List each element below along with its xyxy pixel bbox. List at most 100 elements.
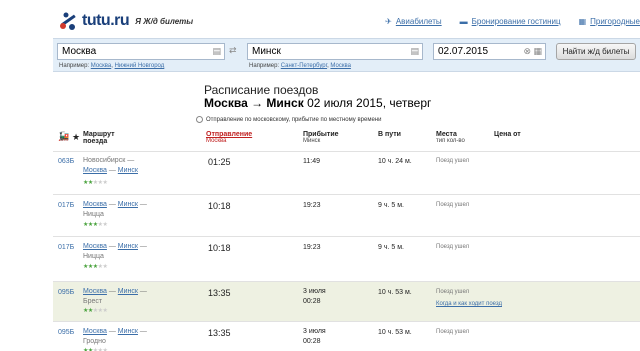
date-value: 02.07.2015 (438, 46, 489, 57)
train-type-icon[interactable]: 🚂 (58, 131, 69, 142)
train-number[interactable]: 063Б (58, 158, 74, 165)
train-logo-icon (60, 12, 76, 30)
arrival-time: 19:23 (303, 244, 321, 251)
to-field[interactable]: Минск ▤ (247, 43, 423, 60)
star-icon[interactable]: ★ (72, 132, 80, 143)
rating-stars: ★★★★★ (83, 308, 108, 314)
logo-text: tutu.ru (82, 12, 130, 29)
seats-status: Поезд ушел (436, 289, 470, 295)
train-route: Москва — Минск — Гродно (83, 328, 147, 345)
station-link[interactable]: Минск (118, 167, 138, 174)
station-link[interactable]: Москва (83, 288, 107, 295)
table-row[interactable]: 095Б Москва — Минск — Брест ★★★★★ 13:35 … (53, 281, 640, 321)
calendar-icon[interactable]: ⊗ (523, 46, 531, 57)
col-route[interactable]: Маршрут поезда (83, 131, 115, 145)
nav-item-avia[interactable]: ✈ Авиабилеты (385, 17, 442, 26)
search-bar: Москва ▤ ⇄ Минск ▤ 02.07.2015 ⊗ ▦ Найти … (53, 38, 640, 72)
train-number[interactable]: 017Б (58, 202, 74, 209)
nav-label[interactable]: Пригородные (590, 17, 640, 26)
train-number[interactable]: 095Б (58, 329, 74, 336)
seats-status: Поезд ушел (436, 244, 470, 250)
train-route: Москва — Минск — Ницца (83, 243, 147, 260)
station-link[interactable]: Минск (118, 201, 138, 208)
swap-icon[interactable]: ⇄ (229, 45, 237, 56)
from-value: Москва (62, 46, 97, 57)
duration: 9 ч. 5 м. (378, 202, 404, 209)
train-number[interactable]: 095Б (58, 289, 74, 296)
departure-time: 10:18 (208, 243, 231, 253)
seats-status: Поезд ушел (436, 202, 470, 208)
table-row[interactable]: 017Б Москва — Минск — Ницца ★★★★★ 10:18 … (53, 236, 640, 281)
rating-stars: ★★★★★ (83, 264, 108, 270)
station-list-icon[interactable]: ▤ (212, 46, 221, 57)
calendar-icon[interactable]: ▦ (533, 46, 542, 57)
suburban-train-icon: ▦ (578, 17, 587, 26)
logo[interactable]: tutu.ru Я Ж/д билеты (58, 10, 193, 32)
departure-time: 01:25 (208, 157, 231, 167)
train-route: Новосибирск — Москва — Минск (83, 157, 138, 174)
table-row[interactable]: 017Б Москва — Минск — Ницца ★★★★★ 10:18 … (53, 194, 640, 236)
station-link[interactable]: Минск (118, 288, 138, 295)
col-seats: Места тип кол-во (436, 131, 465, 144)
train-route: Москва — Минск — Брест (83, 288, 147, 305)
table-row[interactable]: 063Б Новосибирск — Москва — Минск ★★★★★ … (53, 151, 640, 194)
timezone-note: Отправление по московскому, прибытие по … (196, 116, 381, 123)
arrival-time: 19:23 (303, 202, 321, 209)
site-header: tutu.ru Я Ж/д билеты ✈ Авиабилеты ▬ Брон… (0, 0, 640, 38)
departure-time: 10:18 (208, 201, 231, 211)
nav-item-hotels[interactable]: ▬ Бронирование гостиниц (460, 17, 561, 26)
seats-status: Поезд ушел (436, 329, 470, 335)
station-link[interactable]: Минск (118, 328, 138, 335)
route-heading: Москва → Минск 02 июля 2015, четверг (204, 96, 431, 110)
station-link[interactable]: Москва (83, 328, 107, 335)
col-duration[interactable]: В пути (378, 131, 401, 138)
departure-time: 13:35 (208, 288, 231, 298)
to-hint: Например: Санкт-Петербург, Москва (249, 63, 351, 69)
find-tickets-button[interactable]: Найти ж/д билеты (556, 43, 636, 60)
duration: 10 ч. 53 м. (378, 289, 412, 296)
hint-link[interactable]: Нижний Новгород (115, 63, 165, 69)
train-route: Москва — Минск — Ницца (83, 201, 147, 218)
page-title: Расписание поездов (204, 83, 319, 97)
rating-stars: ★★★★★ (83, 348, 108, 351)
from-hint: Например: Москва, Нижний Новгород (59, 63, 165, 69)
clock-icon (196, 116, 203, 123)
nav-item-suburban[interactable]: ▦ Пригородные (579, 17, 640, 26)
hint-link[interactable]: Санкт-Петербург (281, 63, 327, 69)
station-link[interactable]: Москва (83, 167, 107, 174)
top-nav: ✈ Авиабилеты ▬ Бронирование гостиниц ▦ П… (367, 17, 640, 26)
arrival-time: 3 июля 00:28 (303, 328, 326, 345)
logo-subtitle: Я Ж/д билеты (135, 16, 194, 26)
nav-label[interactable]: Бронирование гостиниц (472, 17, 561, 26)
to-value: Минск (252, 46, 281, 57)
from-field[interactable]: Москва ▤ (57, 43, 225, 60)
rating-stars: ★★★★★ (83, 222, 108, 228)
arrival-time: 11:49 (303, 158, 320, 165)
duration: 9 ч. 5 м. (378, 244, 404, 251)
table-row[interactable]: 095Б Москва — Минск — Гродно ★★★★★ 13:35… (53, 321, 640, 351)
plane-icon: ✈ (385, 17, 392, 26)
timezone-text: Отправление по московскому, прибытие по … (206, 116, 382, 123)
col-price[interactable]: Цена от (494, 131, 521, 138)
arrival-time: 3 июля 00:28 (303, 288, 326, 305)
col-departure[interactable]: Отправление Москва (206, 131, 252, 144)
nav-label[interactable]: Авиабилеты (396, 17, 442, 26)
rating-stars: ★★★★★ (83, 180, 108, 186)
schedule-link[interactable]: Когда и как ходит поезд (436, 301, 502, 307)
duration: 10 ч. 24 м. (378, 158, 412, 165)
duration: 10 ч. 53 м. (378, 329, 412, 336)
train-number[interactable]: 017Б (58, 244, 74, 251)
station-link[interactable]: Москва (83, 201, 107, 208)
station-link[interactable]: Минск (118, 243, 138, 250)
seats-status: Поезд ушел (436, 158, 470, 164)
station-link[interactable]: Москва (83, 243, 107, 250)
route-name: Москва → Минск (204, 96, 304, 110)
hint-link[interactable]: Москва (91, 63, 111, 69)
bed-icon: ▬ (459, 17, 468, 26)
hint-link[interactable]: Москва (330, 63, 350, 69)
departure-time: 13:35 (208, 328, 231, 338)
route-date: 02 июля 2015, четверг (307, 96, 432, 110)
date-field[interactable]: 02.07.2015 ⊗ ▦ (433, 43, 546, 60)
col-arrival[interactable]: Прибытие Минск (303, 131, 339, 144)
station-list-icon[interactable]: ▤ (410, 46, 419, 57)
